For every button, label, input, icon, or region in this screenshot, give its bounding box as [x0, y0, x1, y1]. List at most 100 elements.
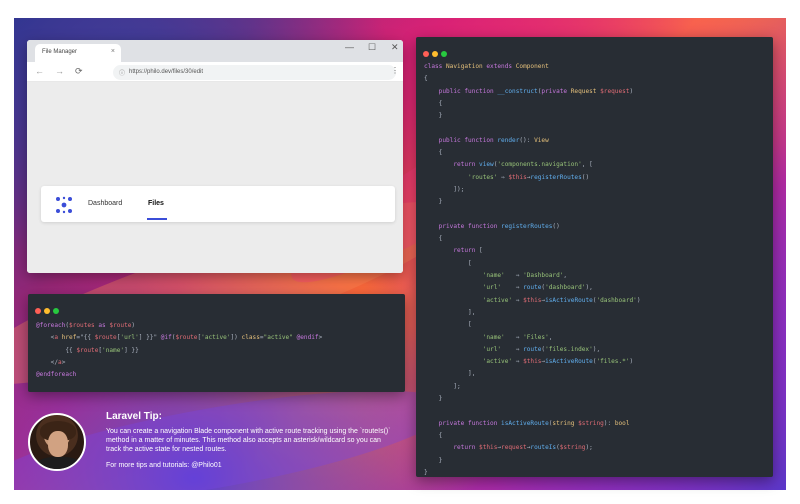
code-token: )	[636, 296, 641, 304]
nav-link-dashboard[interactable]: Dashboard	[88, 200, 122, 207]
code-line: ]);	[424, 184, 641, 196]
code-token: 'name'	[424, 272, 505, 280]
code-line: public function __construct(private Requ…	[424, 86, 641, 98]
code-line: }	[424, 455, 641, 467]
navigation-bar: Dashboard Files	[41, 186, 395, 222]
code-token: )	[131, 322, 136, 329]
minimize-dot-icon[interactable]	[44, 308, 50, 314]
code-token: 'name'	[102, 346, 125, 354]
browser-menu-icon[interactable]: ⋮	[391, 66, 399, 75]
code-line: 'routes' ⇒ $this→registerRoutes()	[424, 172, 641, 184]
code-token: $this	[508, 173, 527, 181]
tip-footer: For more tips and tutorials: @Philo01	[106, 462, 222, 469]
code-token: $routes	[69, 322, 95, 329]
code-token: 'files.index'	[545, 345, 593, 353]
minimize-icon[interactable]: —	[345, 42, 354, 52]
code-token: @endif	[292, 334, 319, 342]
code-line: @foreach($routes as $route)	[36, 320, 322, 332]
page-viewport: Dashboard Files	[27, 82, 403, 273]
code-token: "active"	[263, 334, 293, 342]
code-line: {	[424, 98, 641, 110]
code-line: ];	[424, 381, 641, 393]
back-arrow-icon[interactable]: ←	[35, 66, 44, 76]
code-token: }	[424, 112, 443, 120]
code-token: $request	[600, 87, 630, 95]
app-logo-icon[interactable]	[55, 196, 73, 214]
info-icon[interactable]: ⓘ	[119, 68, 125, 77]
code-token: ⇒	[504, 272, 524, 280]
close-dot-icon[interactable]	[423, 51, 429, 57]
code-line: class Navigation extends Component	[424, 61, 641, 73]
code-token: $string	[559, 444, 586, 452]
active-nav-indicator	[147, 218, 167, 220]
code-token: $route	[94, 334, 117, 342]
code-line: 'url' ⇒ route('files.index'),	[424, 344, 641, 356]
code-token: extends	[482, 63, 516, 70]
code-line: return $this→request→routeIs($string);	[424, 442, 641, 454]
code-token: ():	[519, 136, 535, 144]
code-line: }	[424, 110, 641, 122]
code-token: return	[424, 247, 480, 255]
code-token: return	[424, 161, 480, 169]
code-token: 'Files'	[523, 333, 549, 341]
code-token: __construct	[497, 87, 538, 95]
code-token: )	[629, 87, 634, 95]
address-bar[interactable]: ⓘ https://philo.dev/files/30/edit	[113, 65, 396, 80]
forward-arrow-icon[interactable]: →	[55, 66, 64, 76]
code-token: }	[424, 456, 443, 464]
address-url: https://philo.dev/files/30/edit	[129, 69, 204, 75]
code-token: ="	[76, 334, 84, 342]
code-token: 'active'	[201, 334, 231, 342]
code-token: route	[523, 345, 542, 353]
code-token: 'dashboard'	[545, 284, 586, 292]
code-token: )	[629, 358, 634, 366]
reload-icon[interactable]: ⟳	[75, 66, 83, 77]
code-token: <	[36, 334, 55, 342]
code-token: $this	[523, 296, 542, 304]
code-token: return	[424, 444, 480, 452]
code-token: </	[36, 358, 59, 366]
code-token: {	[424, 431, 443, 439]
code-token: ]);	[424, 185, 465, 193]
author-avatar	[28, 413, 86, 471]
browser-tab[interactable]: File Manager ×	[35, 44, 121, 62]
code-line: return [	[424, 245, 641, 257]
code-token: public function	[424, 136, 498, 144]
code-token: class	[424, 63, 447, 70]
code-line: return view('components.navigation', [	[424, 159, 641, 171]
tab-close-icon[interactable]: ×	[111, 48, 115, 55]
close-dot-icon[interactable]	[35, 308, 41, 314]
window-close-icon[interactable]: ✕	[391, 42, 399, 53]
code-token: {	[424, 235, 443, 243]
code-token: registerRoutes	[501, 222, 553, 230]
code-token: 'dashboard'	[596, 296, 637, 304]
code-token: $this	[523, 358, 542, 366]
avatar-face	[48, 431, 68, 457]
code-token: ()	[552, 222, 560, 230]
code-token: 'url'	[120, 334, 139, 342]
code-line: ],	[424, 368, 641, 380]
code-line: 'name' ⇒ 'Files',	[424, 332, 641, 344]
code-token: private function	[424, 222, 502, 230]
code-token: class	[241, 334, 260, 342]
code-token: , [	[581, 161, 593, 169]
zoom-dot-icon[interactable]	[441, 51, 447, 57]
nav-link-files[interactable]: Files	[148, 200, 164, 207]
code-line: 'name' ⇒ 'Dashboard',	[424, 270, 641, 282]
code-line: ],	[424, 307, 641, 319]
code-line: [	[424, 258, 641, 270]
window-traffic-lights	[35, 301, 62, 319]
code-token: 'url'	[424, 284, 502, 292]
minimize-dot-icon[interactable]	[432, 51, 438, 57]
code-token: [	[424, 259, 472, 267]
code-line: private function isActiveRoute(string $s…	[424, 418, 641, 430]
code-token: Navigation	[446, 63, 483, 70]
code-token: ] }}	[124, 346, 139, 354]
maximize-icon[interactable]: ☐	[368, 42, 376, 53]
code-token: route	[523, 284, 542, 292]
avatar-shirt	[36, 457, 82, 469]
code-token: ,	[563, 272, 568, 280]
zoom-dot-icon[interactable]	[53, 308, 59, 314]
